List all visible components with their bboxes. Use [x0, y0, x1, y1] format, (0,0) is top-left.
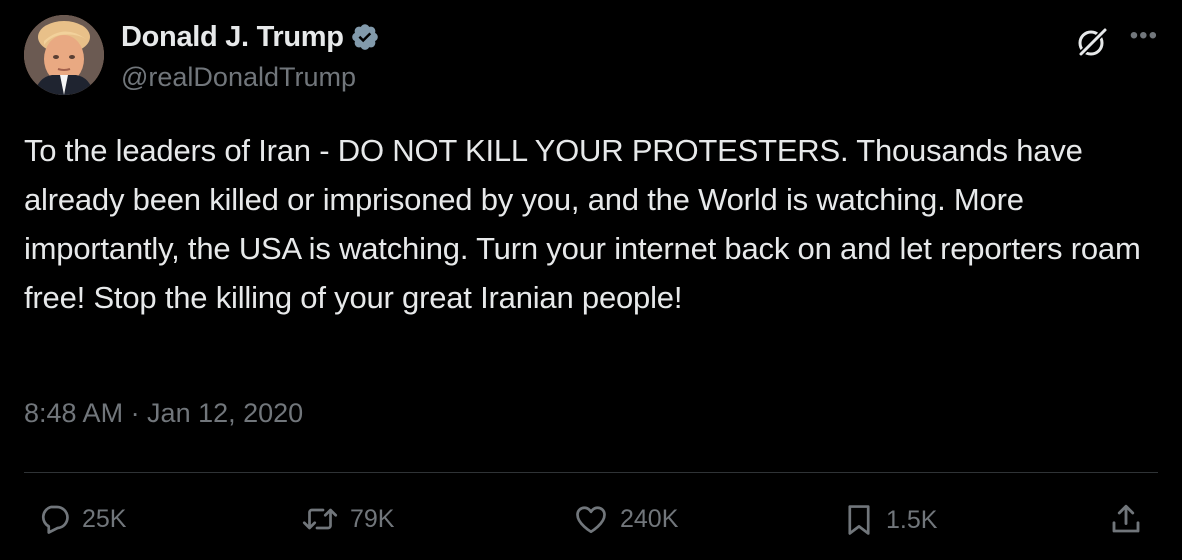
more-icon[interactable]: ••• [1130, 24, 1158, 48]
verified-badge-icon[interactable] [350, 22, 380, 52]
like-button[interactable]: 240K [572, 501, 678, 537]
bookmark-icon [842, 501, 876, 539]
name-row: Donald J. Trump [121, 18, 380, 56]
reply-icon [36, 501, 72, 537]
author-block: Donald J. Trump @realDonaldTrump [121, 18, 380, 93]
bookmark-count: 1.5K [886, 505, 938, 534]
action-bar: 25K 79K 240K 1.5K [0, 495, 1182, 547]
heart-icon [572, 501, 610, 537]
timestamp[interactable]: 8:48 AM · Jan 12, 2020 [24, 398, 303, 429]
repost-count: 79K [350, 504, 395, 533]
display-name[interactable]: Donald J. Trump [121, 21, 344, 54]
handle[interactable]: @realDonaldTrump [121, 62, 380, 93]
share-icon [1108, 501, 1144, 537]
avatar[interactable] [24, 15, 104, 95]
top-actions: ••• [1074, 24, 1158, 60]
tweet-card: Donald J. Trump @realDonaldTrump ••• To … [0, 0, 1182, 560]
grok-icon[interactable] [1074, 24, 1110, 60]
tweet-text: To the leaders of Iran - DO NOT KILL YOU… [24, 133, 1141, 315]
bookmark-button[interactable]: 1.5K [842, 501, 937, 539]
repost-icon [300, 501, 340, 537]
divider [24, 472, 1158, 473]
reply-button[interactable]: 25K [36, 501, 126, 537]
like-count: 240K [620, 504, 679, 533]
reply-count: 25K [82, 504, 127, 533]
repost-button[interactable]: 79K [300, 501, 394, 537]
share-button[interactable] [1108, 501, 1144, 537]
